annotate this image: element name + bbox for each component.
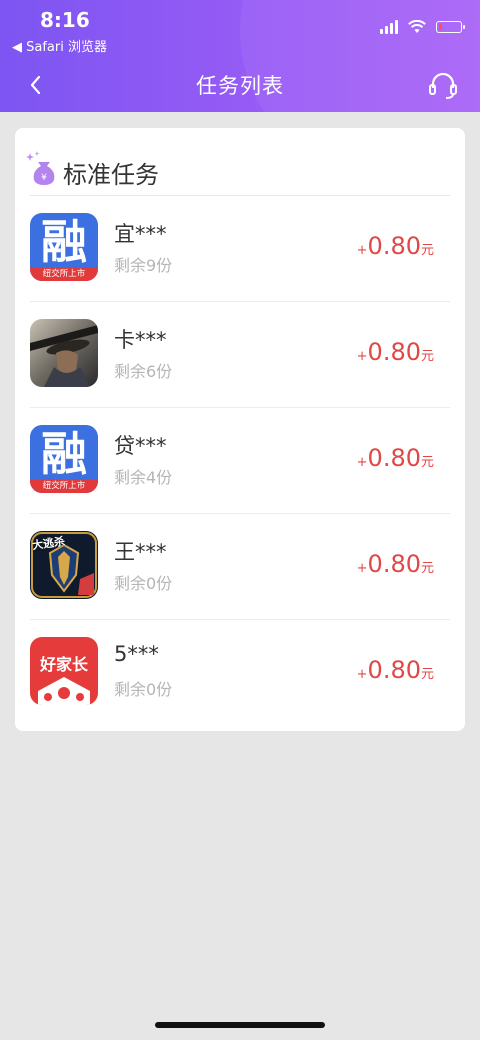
task-reward: +0.80元 bbox=[357, 444, 434, 472]
home-indicator[interactable] bbox=[155, 1022, 325, 1028]
icon-caption: 纽交所上市 bbox=[30, 479, 98, 493]
status-bar: 8:16 ◀ Safari 浏览器 bbox=[0, 0, 480, 58]
task-name: 5*** bbox=[114, 642, 159, 666]
system-icons bbox=[380, 20, 465, 34]
header-bar: 8:16 ◀ Safari 浏览器 任务列表 bbox=[0, 0, 480, 112]
task-name: 宜*** bbox=[114, 222, 167, 246]
warrior-game-icon bbox=[30, 319, 98, 387]
reward-amount: 0.80 bbox=[367, 232, 421, 260]
task-name: 贷*** bbox=[114, 434, 167, 458]
svg-text:¥: ¥ bbox=[41, 173, 47, 183]
task-card: ¥ 标准任务 融 纽交所上市 宜*** 剩余9份 +0.80元 卡*** 剩余6… bbox=[15, 128, 465, 731]
reward-sign: + bbox=[356, 667, 368, 682]
signal-icon bbox=[380, 20, 398, 34]
rong-app-icon: 融 纽交所上市 bbox=[30, 425, 98, 493]
reward-unit: 元 bbox=[420, 667, 434, 682]
task-item[interactable]: 融 纽交所上市 宜*** 剩余9份 +0.80元 bbox=[30, 196, 450, 302]
task-remaining: 剩余9份 bbox=[114, 256, 173, 275]
task-reward: +0.80元 bbox=[357, 550, 434, 578]
reward-unit: 元 bbox=[420, 455, 434, 470]
headset-icon[interactable] bbox=[426, 68, 460, 102]
status-time: 8:16 bbox=[40, 8, 90, 32]
task-remaining: 剩余0份 bbox=[114, 574, 173, 593]
rong-glyph: 融 bbox=[41, 427, 87, 481]
task-remaining: 剩余6份 bbox=[114, 362, 173, 381]
reward-unit: 元 bbox=[420, 561, 434, 576]
battle-royale-game-icon: 大逃杀 bbox=[30, 531, 98, 599]
task-remaining: 剩余4份 bbox=[114, 468, 173, 487]
task-reward: +0.80元 bbox=[357, 338, 434, 366]
task-item[interactable]: 卡*** 剩余6份 +0.80元 bbox=[30, 302, 450, 408]
reward-unit: 元 bbox=[420, 349, 434, 364]
task-name: 王*** bbox=[114, 540, 167, 564]
reward-amount: 0.80 bbox=[367, 550, 421, 578]
section-title: 标准任务 bbox=[63, 161, 159, 189]
icon-caption: 纽交所上市 bbox=[30, 267, 98, 281]
wifi-icon bbox=[408, 20, 426, 33]
task-remaining: 剩余0份 bbox=[114, 680, 173, 699]
nav-bar: 任务列表 bbox=[0, 58, 480, 112]
rong-glyph: 融 bbox=[41, 215, 87, 269]
page-title: 任务列表 bbox=[196, 74, 284, 98]
reward-unit: 元 bbox=[420, 243, 434, 258]
reward-sign: + bbox=[356, 243, 368, 258]
battery-icon bbox=[436, 21, 465, 33]
reward-sign: + bbox=[356, 561, 368, 576]
back-to-safari-link[interactable]: ◀ Safari 浏览器 bbox=[12, 36, 107, 55]
reward-sign: + bbox=[356, 349, 368, 364]
task-item[interactable]: 大逃杀 王*** 剩余0份 +0.80元 bbox=[30, 514, 450, 620]
task-item[interactable]: 好家长 5*** 剩余0份 +0.80元 bbox=[30, 620, 450, 725]
task-name: 卡*** bbox=[114, 328, 167, 352]
reward-sign: + bbox=[356, 455, 368, 470]
task-item[interactable]: 融 纽交所上市 贷*** 剩余4份 +0.80元 bbox=[30, 408, 450, 514]
section-header: ¥ 标准任务 bbox=[15, 128, 465, 196]
task-reward: +0.80元 bbox=[357, 656, 434, 684]
good-parent-app-icon: 好家长 bbox=[30, 637, 98, 705]
rong-app-icon: 融 纽交所上市 bbox=[30, 213, 98, 281]
reward-amount: 0.80 bbox=[367, 656, 421, 684]
reward-amount: 0.80 bbox=[367, 444, 421, 472]
task-reward: +0.80元 bbox=[357, 232, 434, 260]
money-bag-sparkle-icon: ¥ bbox=[26, 151, 55, 185]
reward-amount: 0.80 bbox=[367, 338, 421, 366]
